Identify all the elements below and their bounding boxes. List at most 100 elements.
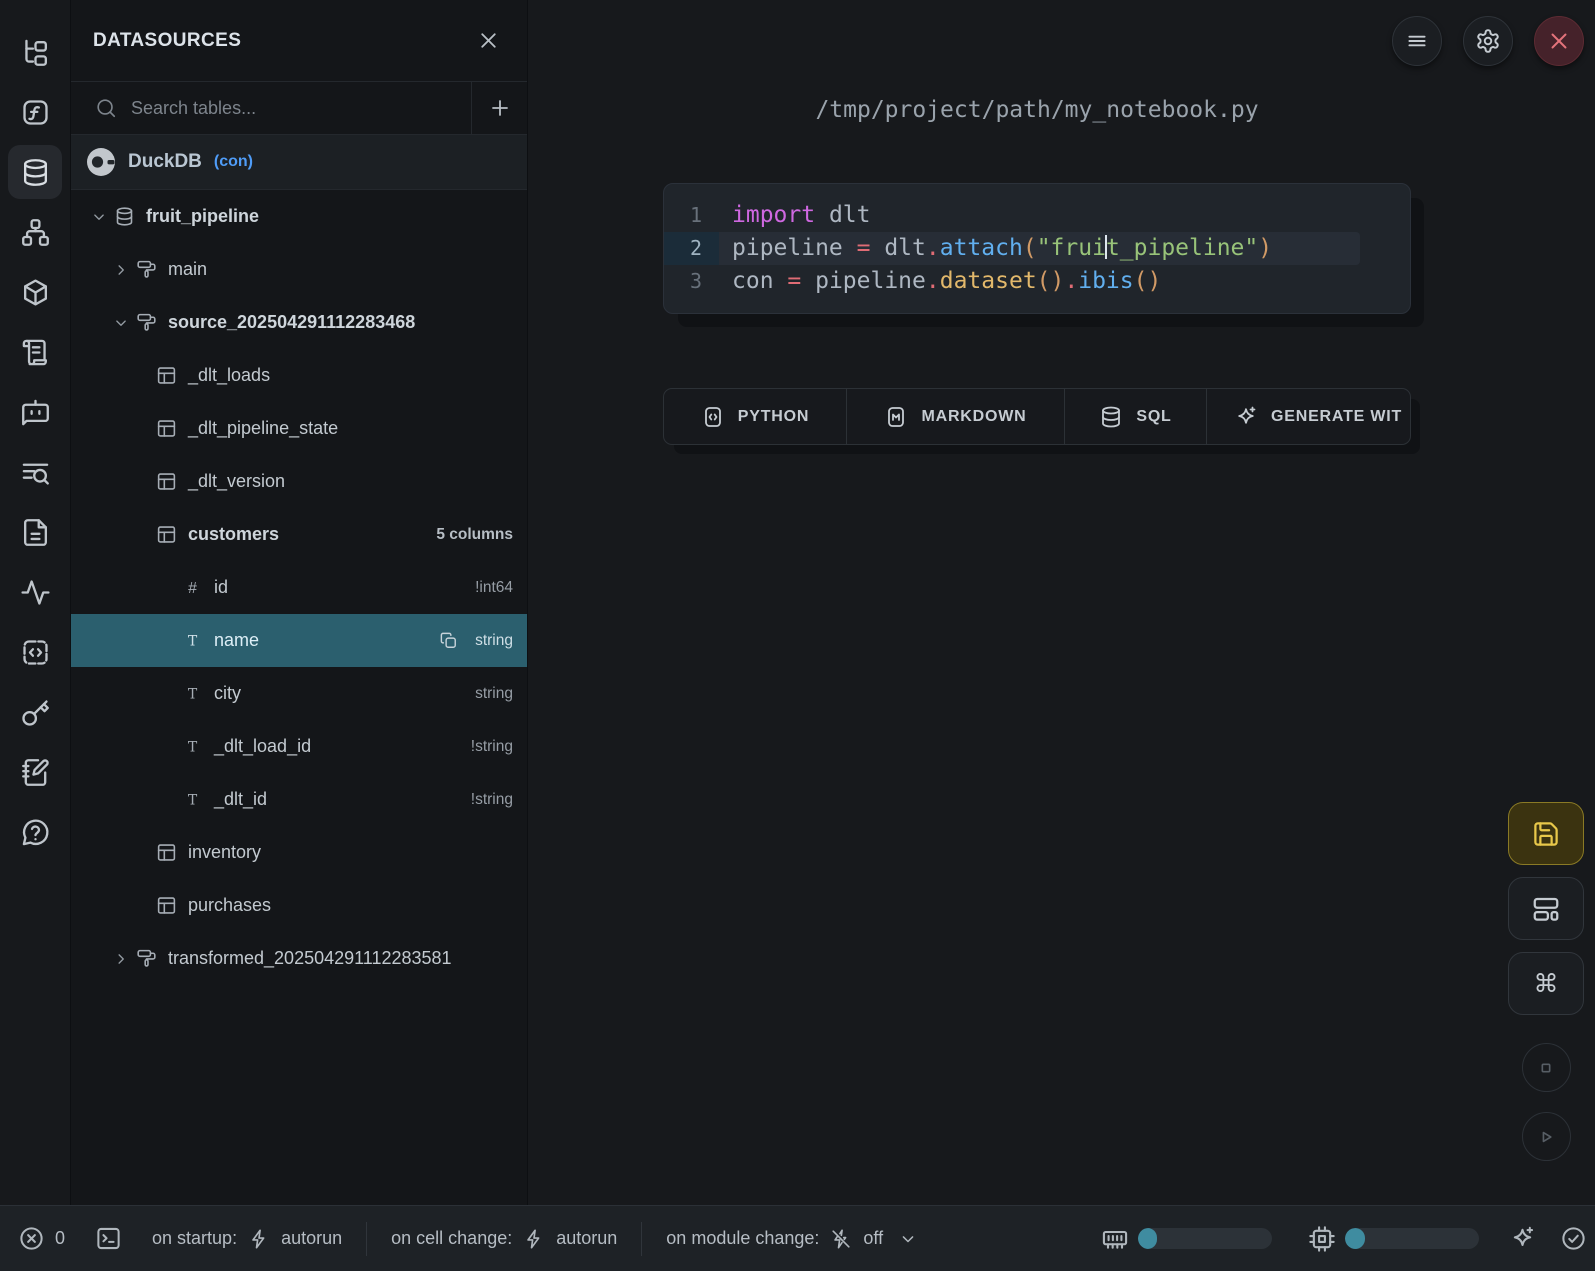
list-search-icon [20,457,51,488]
rail-function-button[interactable] [8,85,62,139]
tree-row-type: !int64 [467,579,513,597]
activity-bar [0,0,71,1205]
tree-row-id[interactable]: #id!int64 [71,561,527,614]
run-button[interactable] [1522,1112,1571,1161]
setting-value: off [863,1228,883,1249]
tree-label: purchases [188,895,271,916]
m-badge-icon [884,405,908,429]
file-tree-icon [20,37,51,68]
rail-help-button[interactable] [8,805,62,859]
table-icon [156,524,177,545]
tree-label: transformed_202504291112283581 [168,948,452,969]
rail-workflow-button[interactable] [8,205,62,259]
tree-row-_dlt_loads[interactable]: _dlt_loads [71,349,527,402]
code-badge-icon [701,405,725,429]
tree-row-_dlt_version[interactable]: _dlt_version [71,455,527,508]
tree-row-city[interactable]: Tcitystring [71,667,527,720]
chevron-down-icon [90,208,108,226]
text-icon: T [182,630,203,651]
rail-file-text-button[interactable] [8,505,62,559]
panel-close-button[interactable] [476,28,501,53]
tree-row-customers[interactable]: customers5 columns [71,508,527,561]
rail-database-button[interactable] [8,145,62,199]
app-window: DATASOURCES DuckDB (con) fruit_pipelinem… [0,0,1595,1271]
rail-bot-button[interactable] [8,385,62,439]
tree-row-_dlt_pipeline_state[interactable]: _dlt_pipeline_state [71,402,527,455]
tree-label: _dlt_id [214,789,267,810]
rail-activity-button[interactable] [8,565,62,619]
tree-label: inventory [188,842,261,863]
on-module-change-setting[interactable]: on module change:off [666,1228,918,1250]
add-sql-cell-label: SQL [1136,408,1171,426]
activity-icon [20,577,51,608]
setting-label: on cell change: [391,1228,512,1249]
rail-scroll-button[interactable] [8,325,62,379]
keyboard-shortcuts-button[interactable]: ⌘ [1508,952,1584,1015]
copy-icon [439,631,458,650]
rail-key-button[interactable] [8,685,62,739]
text-icon: T [182,736,203,757]
stop-icon [1535,1057,1557,1079]
check-circle-icon [1560,1225,1587,1252]
window-buttons [1392,16,1584,66]
help-icon [20,817,51,848]
connection-status-button[interactable] [1560,1225,1587,1252]
zap-icon [523,1228,545,1250]
table-icon [156,418,177,439]
code-line-3: 3con = pipeline.dataset().ibis() [664,265,1410,298]
search-icon [95,97,117,119]
settings-button[interactable] [1463,16,1513,66]
rail-file-tree-button[interactable] [8,25,62,79]
line-number: 1 [664,199,719,232]
tree-row-inventory[interactable]: inventory [71,826,527,879]
add-sql-cell-button[interactable]: SQL [1065,389,1207,444]
tree-row-main[interactable]: main [71,243,527,296]
errors-indicator[interactable]: 0 [18,1225,65,1252]
tree-row-purchases[interactable]: purchases [71,879,527,932]
setting-value: autorun [281,1228,342,1249]
rail-package-button[interactable] [8,265,62,319]
ram-icon [1101,1225,1129,1253]
layout-button[interactable] [1508,877,1584,940]
add-python-cell-button[interactable]: PYTHON [664,389,847,444]
save-button[interactable] [1508,802,1584,865]
code-line-2: 2pipeline = dlt.attach("fruit_pipeline") [664,232,1360,265]
ai-assistant-button[interactable] [1509,1225,1536,1252]
rail-notebook-pen-button[interactable] [8,745,62,799]
tree-row-name[interactable]: Tnamestring [71,614,527,667]
hash-icon: # [182,577,203,598]
table-icon [156,471,177,492]
tree-row-fruit_pipeline[interactable]: fruit_pipeline [71,190,527,243]
close-button[interactable] [1534,16,1584,66]
menu-icon [1404,28,1430,54]
code-editor[interactable]: 1import dlt2pipeline = dlt.attach("fruit… [663,183,1411,314]
layout-icon [1531,894,1561,924]
search-input[interactable] [117,98,471,119]
tree-row-source_202504291112283468[interactable]: source_202504291112283468 [71,296,527,349]
terminal-button[interactable] [95,1225,122,1252]
add-datasource-button[interactable] [471,82,527,134]
rail-list-search-button[interactable] [8,445,62,499]
on-cell-change-setting[interactable]: on cell change:autorun [391,1228,617,1250]
add-markdown-cell-label: MARKDOWN [921,408,1026,426]
stop-button[interactable] [1522,1043,1571,1092]
setting-label: on startup: [152,1228,237,1249]
on-startup-setting[interactable]: on startup: autorun [152,1228,342,1250]
tree-row-_dlt_id[interactable]: T_dlt_id!string [71,773,527,826]
table-icon [156,895,177,916]
add-markdown-cell-button[interactable]: MARKDOWN [847,389,1065,444]
tree-row-type: string [467,685,513,703]
svg-text:⌘: ⌘ [1534,969,1559,998]
duckdb-logo [86,147,116,177]
tree-row-_dlt_load_id[interactable]: T_dlt_load_id!string [71,720,527,773]
cpu-usage-gauge [1345,1228,1479,1249]
code-line-1: 1import dlt [664,199,1410,232]
tree-row-type: !string [463,791,513,809]
rail-code-square-button[interactable] [8,625,62,679]
code-text: con = pipeline.dataset().ibis() [719,265,1161,298]
connection-row[interactable]: DuckDB (con) [71,135,527,190]
menu-button[interactable] [1392,16,1442,66]
tree-row-transformed_202504291112283581[interactable]: transformed_202504291112283581 [71,932,527,985]
schema-icon [136,312,157,333]
generate-with-ai-button[interactable]: GENERATE WIT [1207,389,1410,444]
